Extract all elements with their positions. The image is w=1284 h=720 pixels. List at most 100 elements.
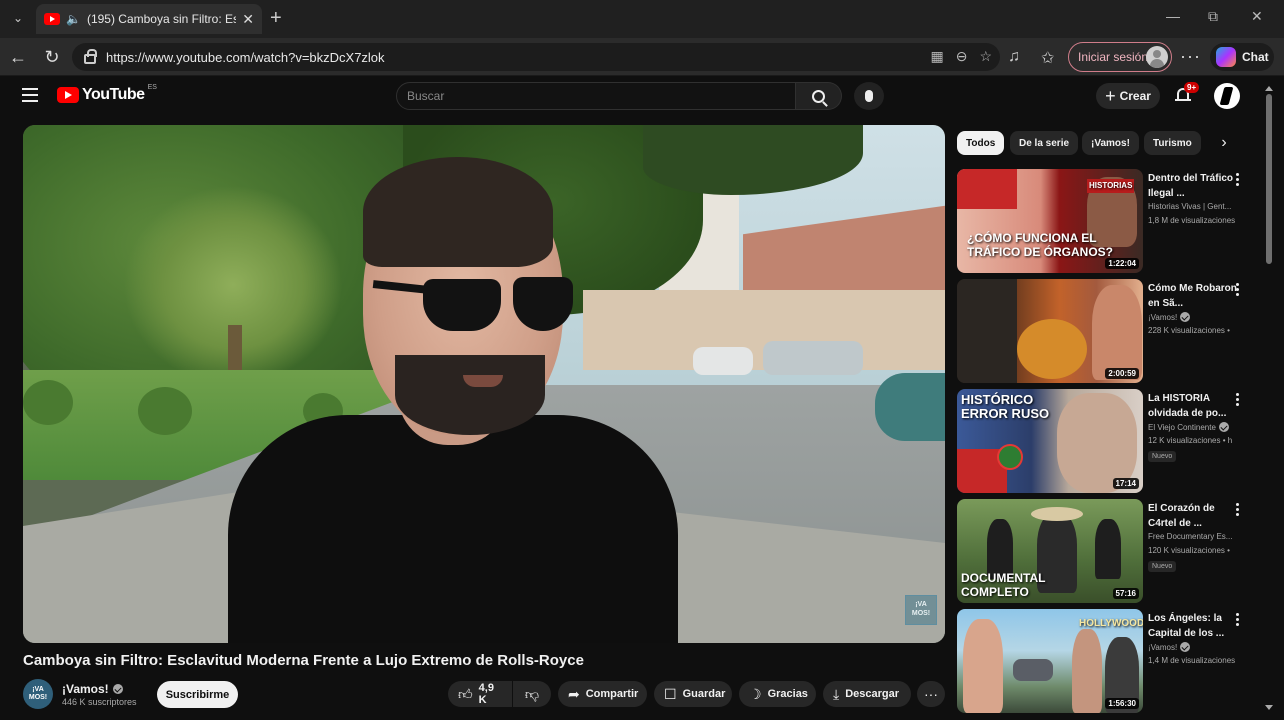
recommendation-item[interactable]: HOLLYWOOD 1:56:30 Los Ángeles: la Capita… [957, 609, 1257, 713]
browser-tab-active[interactable]: 🔈 (195) Camboya sin Filtro: Escla ✕ [36, 4, 262, 34]
page-scrollbar[interactable] [1264, 86, 1274, 712]
chip-turismo[interactable]: Turismo [1144, 131, 1201, 155]
more-vertical-icon[interactable] [1233, 283, 1241, 297]
signin-button[interactable]: Iniciar sesión [1068, 42, 1172, 72]
share-button[interactable]: ➦ Compartir [558, 681, 647, 707]
favorites-icon[interactable]: ✩ [1041, 48, 1054, 68]
share-label: Compartir [585, 688, 639, 700]
logo-text: YouTube [82, 86, 145, 103]
lock-icon[interactable] [84, 49, 97, 64]
browser-tab-bar: ⌄ 🔈 (195) Camboya sin Filtro: Escla ✕ + … [0, 0, 1284, 38]
scroll-up-icon[interactable] [1265, 86, 1273, 91]
more-vertical-icon[interactable] [1233, 503, 1241, 517]
recommendation-item[interactable]: DOCUMENTAL COMPLETO 57:16 El Corazón de … [957, 499, 1257, 603]
chat-button[interactable]: Chat [1210, 43, 1274, 71]
speaker-icon[interactable]: 🔈 [66, 12, 81, 26]
recommendation-item[interactable]: HISTÓRICO ERROR RUSO 17:14 La HISTORIA o… [957, 389, 1257, 493]
recommendation-channel-text: El Viejo Continente [1148, 422, 1216, 432]
channel-watermark[interactable]: ¡VA MOS! [905, 595, 937, 625]
video-thumbnail[interactable]: HISTORIAS ¿CÓMO FUNCIONA EL TRÁFICO DE Ó… [957, 169, 1143, 273]
arrow-left-icon: ← [9, 46, 27, 67]
youtube-favicon-icon [44, 13, 60, 25]
new-badge: Nuevo [1148, 451, 1177, 462]
dislike-button[interactable]: 👎︎ [513, 681, 551, 707]
search-button[interactable] [796, 82, 842, 110]
search-input[interactable] [407, 89, 795, 103]
bookmark-icon: ☐ [664, 686, 677, 702]
new-badge: Nuevo [1148, 561, 1177, 572]
verified-icon [112, 684, 123, 694]
video-thumbnail[interactable]: HISTÓRICO ERROR RUSO 17:14 [957, 389, 1143, 493]
scroll-down-icon[interactable] [1265, 705, 1273, 710]
address-bar[interactable]: https://www.youtube.com/watch?v=bkzDcX7z… [72, 43, 1000, 71]
more-actions-button[interactable]: ··· [917, 681, 945, 707]
video-thumbnail[interactable]: HOLLYWOOD 1:56:30 [957, 609, 1143, 713]
chat-label: Chat [1242, 50, 1269, 64]
thumbnail-overlay-text: DOCUMENTAL COMPLETO [961, 571, 1046, 599]
restore-icon[interactable]: ⧉ [1208, 8, 1218, 25]
video-player[interactable]: ¡VA MOS! [23, 125, 945, 643]
youtube-play-icon [57, 87, 79, 103]
address-bar-actions: ▦ ⊖ ☆ [930, 48, 992, 65]
like-button[interactable]: 👍︎ 4,9 K [448, 681, 512, 707]
save-label: Guardar [682, 688, 726, 700]
scrollbar-thumb[interactable] [1266, 94, 1272, 264]
notifications-button[interactable]: 9+ [1174, 82, 1200, 106]
recommendation-channel-text: ¡Vamos! [1148, 642, 1178, 652]
chip-de-la-serie[interactable]: De la serie [1010, 131, 1079, 155]
recommendation-item[interactable]: 2:00:59 Cómo Me Robaron en Sã... ¡Vamos!… [957, 279, 1257, 383]
read-aloud-icon[interactable]: ♫ [1008, 48, 1020, 66]
verified-icon [1180, 312, 1191, 322]
recommendation-title: Dentro del Tráfico Ilegal ... [1148, 173, 1234, 199]
new-tab-button[interactable]: + [270, 8, 282, 28]
more-vertical-icon[interactable] [1233, 393, 1241, 407]
plus-icon: + [1105, 86, 1116, 106]
channel-name-text: ¡Vamos! [62, 682, 109, 696]
window-close-icon[interactable]: ✕ [1251, 8, 1263, 25]
channel-avatar[interactable]: ¡VA MOS! [23, 679, 53, 709]
download-button[interactable]: ⤓ Descargar [823, 681, 911, 707]
youtube-logo[interactable]: YouTube ES [57, 83, 157, 104]
video-thumbnail[interactable]: 2:00:59 [957, 279, 1143, 383]
hamburger-menu-icon[interactable] [22, 88, 38, 102]
more-horizontal-icon: ··· [924, 686, 938, 702]
chip-todos[interactable]: Todos [957, 131, 1005, 155]
recommendation-channel: El Viejo Continente [1148, 422, 1244, 432]
minimize-icon[interactable]: — [1166, 8, 1180, 24]
more-vertical-icon[interactable] [1233, 173, 1241, 187]
create-label: Crear [1119, 89, 1151, 103]
copilot-icon [1216, 47, 1236, 67]
reload-button[interactable]: ↻ [41, 46, 63, 68]
sunglasses [372, 275, 573, 335]
notification-badge: 9+ [1184, 82, 1200, 93]
more-vertical-icon[interactable] [1233, 613, 1241, 627]
save-button[interactable]: ☐ Guardar [654, 681, 732, 707]
recommendation-title: La HISTORIA olvidada de po... [1148, 393, 1227, 419]
chevron-right-icon[interactable]: › [1214, 133, 1234, 153]
thumbs-up-icon: 👍︎ [458, 686, 473, 702]
channel-name[interactable]: ¡Vamos! [62, 682, 123, 696]
voice-search-button[interactable] [854, 82, 884, 110]
video-thumbnail[interactable]: DOCUMENTAL COMPLETO 57:16 [957, 499, 1143, 603]
chip-vamos[interactable]: ¡Vamos! [1082, 131, 1139, 155]
close-tab-icon[interactable]: ✕ [242, 11, 254, 28]
recommendation-item[interactable]: HISTORIAS ¿CÓMO FUNCIONA EL TRÁFICO DE Ó… [957, 169, 1257, 273]
tab-list-dropdown[interactable]: ⌄ [6, 6, 30, 30]
reload-icon: ↻ [44, 46, 60, 67]
app-available-icon[interactable]: ▦ [930, 48, 943, 65]
subscribe-button[interactable]: Suscribirme [157, 681, 238, 708]
profile-avatar[interactable] [1214, 83, 1240, 109]
create-button[interactable]: + Crear [1096, 83, 1160, 109]
recommendation-channel-text: ¡Vamos! [1148, 312, 1178, 322]
recommendation-views: 228 K visualizaciones • [1148, 326, 1230, 335]
like-count: 4,9 K [478, 682, 494, 706]
thanks-button[interactable]: ☽ Gracias [739, 681, 816, 707]
microphone-icon [865, 90, 873, 102]
country-code: ES [147, 83, 157, 91]
zoom-icon[interactable]: ⊖ [956, 48, 968, 65]
browser-menu-icon[interactable]: ··· [1180, 46, 1201, 67]
video-duration: 57:16 [1112, 588, 1139, 599]
download-label: Descargar [845, 688, 900, 700]
back-button[interactable]: ← [7, 46, 29, 68]
favorite-star-icon[interactable]: ☆ [979, 48, 992, 65]
